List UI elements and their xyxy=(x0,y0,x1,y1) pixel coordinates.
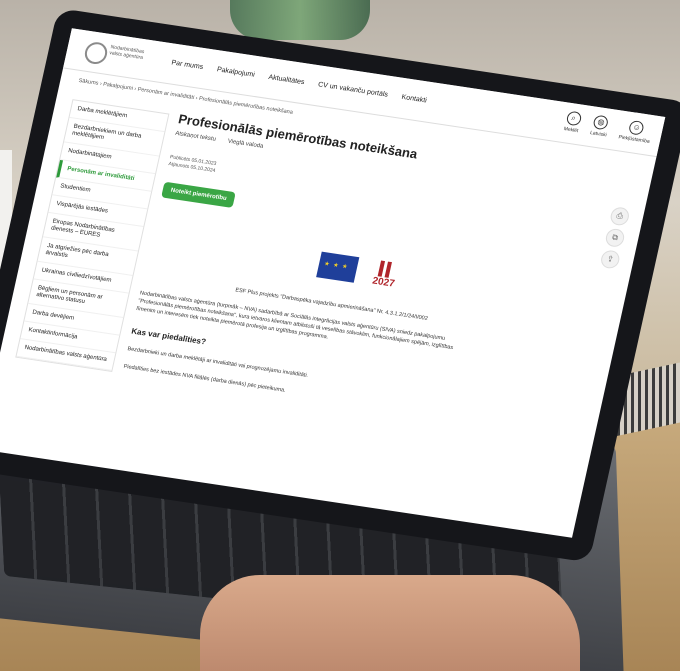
latvia-2027-logo: 2027 xyxy=(370,260,403,297)
website-screen: Nodarbinātības valsts aģentūra Par mums … xyxy=(0,28,666,538)
print-icon[interactable]: ⎙ xyxy=(608,206,631,227)
globe-icon: ◍ xyxy=(592,114,610,131)
accessibility-icon: ☺ xyxy=(628,119,646,136)
nav-item-news[interactable]: Aktualitātes xyxy=(268,74,305,86)
coat-of-arms-icon xyxy=(82,40,110,66)
accessibility-tool[interactable]: ☺ Piekļūstamība xyxy=(618,119,654,145)
nav-item-about[interactable]: Par mums xyxy=(171,59,204,71)
header-tools: ⌕ Meklēt ◍ Latviski ☺ Piekļūstamība xyxy=(563,110,654,145)
search-label: Meklēt xyxy=(563,126,579,135)
photo-scene: Nodarbinātības valsts aģentūra Par mums … xyxy=(0,0,680,671)
search-icon: ⌕ xyxy=(565,110,583,127)
nav-item-services[interactable]: Pakalpojumi xyxy=(216,66,255,78)
laptop-screen-bezel: Nodarbinātības valsts aģentūra Par mums … xyxy=(0,8,680,563)
copy-link-icon[interactable]: ⧉ xyxy=(604,227,626,248)
user-hand xyxy=(200,575,580,671)
site-logo-text: Nodarbinātības valsts aģentūra xyxy=(108,44,145,62)
language-tool[interactable]: ◍ Latviski xyxy=(589,114,610,138)
share-icon[interactable]: ⇪ xyxy=(599,249,622,270)
apply-button[interactable]: Noteikt piemērotību xyxy=(161,181,237,209)
eu-flag-logo xyxy=(316,251,360,283)
accessibility-label: Piekļūstamība xyxy=(617,134,651,145)
background-plant xyxy=(230,0,370,40)
logo-bar xyxy=(377,260,386,277)
search-tool[interactable]: ⌕ Meklēt xyxy=(563,110,583,135)
logo-year: 2027 xyxy=(371,275,396,290)
nav-item-contacts[interactable]: Kontakti xyxy=(401,94,428,105)
easy-language-button[interactable]: Vieglā valoda xyxy=(227,139,264,150)
nav-item-cv-portal[interactable]: CV un vakanču portāls xyxy=(317,81,388,98)
listen-button[interactable]: Atskaņot tekstu xyxy=(175,131,217,143)
logo-bar xyxy=(384,261,392,278)
main-content: Profesionālās piemērotības noteikšana At… xyxy=(123,111,556,427)
language-label: Latviski xyxy=(589,130,608,139)
